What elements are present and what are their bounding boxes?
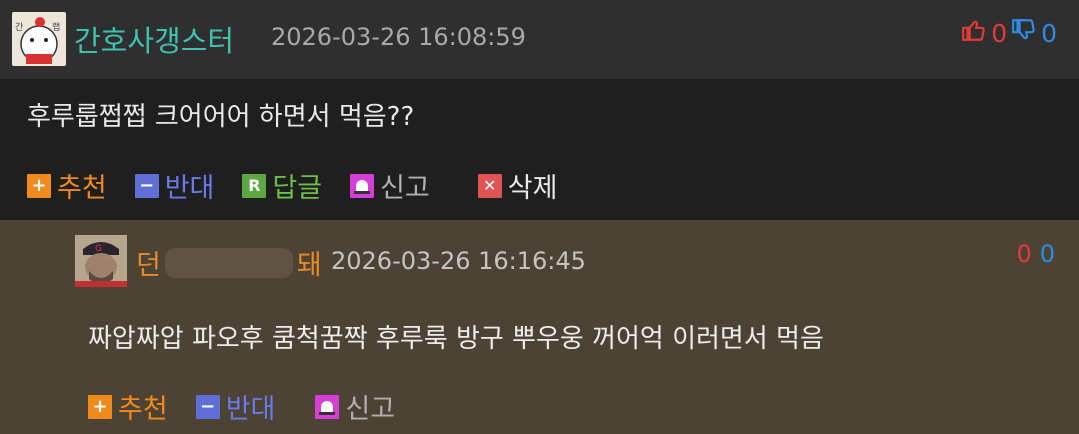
minus-icon: −: [134, 173, 159, 198]
comment-text: 후루룹쩝쩝 크어어어 하면서 먹음??: [27, 102, 415, 132]
redacted-blur: [164, 247, 293, 278]
vote-counts: 0 0: [961, 17, 1057, 49]
svg-text:간: 간: [15, 22, 23, 33]
plus-icon: +: [88, 394, 112, 419]
siren-icon: [350, 173, 375, 198]
recommend-button[interactable]: + 추천: [27, 166, 107, 205]
comment-text: 짜압짜압 파오후 쿰척꿈짝 후루룩 방구 뿌우웅 꺼어억 이러면서 먹음: [88, 324, 824, 354]
vote-counts: 0 0: [1016, 240, 1055, 268]
plus-icon: +: [27, 173, 51, 198]
reply-r-icon: R: [242, 173, 267, 198]
report-button[interactable]: 신고: [350, 166, 430, 205]
user-avatar[interactable]: G: [75, 235, 127, 287]
username[interactable]: 간호사갱스터: [74, 18, 234, 60]
comment-actions: + 추천 − 반대 R 답글 신고 ✕ 삭제: [27, 166, 585, 205]
user-avatar[interactable]: 간 랩: [12, 12, 66, 66]
oppose-button[interactable]: − 반대: [195, 387, 275, 426]
recommend-button[interactable]: + 추천: [88, 387, 168, 426]
thumbs-up-icon[interactable]: [961, 17, 987, 49]
thumbs-down-icon[interactable]: [1011, 17, 1037, 49]
timestamp: 2026-03-26 16:16:45: [331, 247, 586, 275]
downvote-count: 0: [1041, 18, 1057, 48]
comment-actions: + 추천 − 반대 신고: [88, 387, 423, 426]
x-icon: ✕: [477, 173, 502, 198]
minus-icon: −: [195, 394, 220, 419]
timestamp: 2026-03-26 16:08:59: [271, 23, 526, 51]
delete-button[interactable]: ✕ 삭제: [477, 166, 557, 205]
upvote-count: 0: [991, 18, 1008, 48]
siren-icon: [315, 394, 340, 419]
downvote-count: 0: [1039, 240, 1055, 268]
svg-text:G: G: [95, 244, 102, 254]
oppose-button[interactable]: − 반대: [134, 166, 214, 205]
upvote-count: 0: [1016, 240, 1032, 268]
report-button[interactable]: 신고: [315, 387, 395, 426]
svg-text:랩: 랩: [52, 21, 60, 33]
username[interactable]: 던 돼: [136, 243, 322, 282]
reply-button[interactable]: R 답글: [242, 166, 322, 205]
